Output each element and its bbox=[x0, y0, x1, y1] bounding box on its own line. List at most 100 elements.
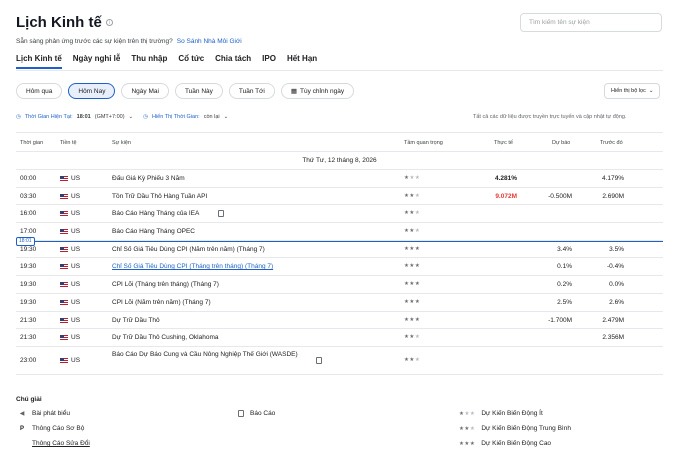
events-table: Thời gian Tiền tệ Sự kiện Tầm quan trọng… bbox=[16, 132, 663, 375]
event-name[interactable]: CPI Lõi (Năm trên năm) (Tháng 7) bbox=[112, 299, 211, 306]
page-title-text: Lịch Kinh tế bbox=[16, 14, 102, 31]
legend-high-label: Dự Kiến Biến Động Cao bbox=[481, 440, 552, 447]
event-previous: 2.6% bbox=[609, 298, 624, 306]
high-volatility-icon: ★★★ bbox=[459, 440, 476, 447]
event-time: 19:30 bbox=[20, 298, 37, 306]
event-time: 16:00 bbox=[20, 210, 37, 218]
event-name[interactable]: Báo Cáo Hàng Tháng của IEA bbox=[112, 210, 199, 217]
event-currency: US bbox=[71, 245, 81, 253]
event-name[interactable]: Báo Cáo Dự Báo Cung và Cầu Nông Nghiệp T… bbox=[112, 350, 312, 359]
compare-brokers-link[interactable]: So Sánh Nhà Môi Giới bbox=[177, 38, 242, 45]
tab-earnings[interactable]: Thu nhập bbox=[131, 54, 167, 69]
table-row[interactable]: 16:00 US Báo Cáo Hàng Tháng của IEA ★★★ bbox=[16, 205, 663, 224]
event-time: 19:30 bbox=[20, 281, 37, 289]
table-row[interactable]: 19:30 US CPI Lõi (Năm trên năm) (Tháng 7) ★… bbox=[16, 294, 663, 312]
chip-tomorrow[interactable]: Ngày Mai bbox=[121, 83, 169, 99]
chip-next-week[interactable]: Tuần Tới bbox=[228, 83, 275, 99]
timezone[interactable]: (GMT+7:00) bbox=[95, 114, 125, 120]
table-row[interactable]: 17:00 US Báo Cáo Hàng Tháng OPEC ★★★ bbox=[16, 223, 663, 241]
event-time: 17:00 bbox=[20, 228, 37, 236]
page-title: Lịch Kinh tế i bbox=[16, 14, 113, 31]
table-row[interactable]: 19:30 US CPI Lõi (Tháng trên tháng) (Tháng… bbox=[16, 276, 663, 294]
event-time: 21:30 bbox=[20, 334, 37, 342]
table-row[interactable]: 19:30 US Chỉ Số Giá Tiêu Dùng CPI (Tháng t… bbox=[16, 258, 663, 277]
us-flag-icon bbox=[60, 211, 68, 217]
event-currency: US bbox=[71, 281, 81, 289]
importance-stars-icon: ★★★ bbox=[404, 316, 421, 323]
subtitle: Sẵn sàng phản ứng trước các sự kiện trên… bbox=[16, 38, 242, 45]
importance-stars-icon: ★★★ bbox=[404, 192, 421, 199]
event-time: 23:00 bbox=[20, 356, 37, 364]
tab-splits[interactable]: Chia tách bbox=[215, 54, 251, 69]
event-name[interactable]: Báo Cáo Hàng Tháng OPEC bbox=[112, 228, 195, 235]
tab-economic-calendar[interactable]: Lịch Kinh tế bbox=[16, 54, 62, 69]
event-time: 03:30 bbox=[20, 192, 37, 200]
clock-icon: ◷ bbox=[16, 114, 21, 120]
event-previous: 2.479M bbox=[602, 316, 624, 324]
legend-report-label: Báo Cáo bbox=[250, 410, 276, 417]
event-currency: US bbox=[71, 263, 81, 271]
event-name[interactable]: Đấu Giá Kỳ Phiếu 3 Năm bbox=[112, 175, 185, 182]
chevron-down-icon: ⌄ bbox=[128, 114, 134, 120]
tab-holidays[interactable]: Ngày nghỉ lễ bbox=[73, 54, 121, 69]
event-name[interactable]: Tồn Trữ Dầu Thô Hàng Tuần API bbox=[112, 193, 207, 200]
event-name[interactable]: Chỉ Số Giá Tiêu Dùng CPI (Năm trên năm) … bbox=[112, 246, 265, 253]
show-filters-label: Hiển thị bộ lọc bbox=[611, 88, 646, 94]
event-name[interactable]: CPI Lõi (Tháng trên tháng) (Tháng 7) bbox=[112, 281, 219, 288]
event-currency: US bbox=[71, 298, 81, 306]
legend-prelim-label: Thông Cáo Sơ Bộ bbox=[32, 425, 85, 432]
event-currency: US bbox=[71, 175, 81, 182]
search-input[interactable]: Tìm kiếm tên sự kiện bbox=[520, 13, 662, 32]
current-time-marker: 18:01 bbox=[16, 237, 35, 246]
legend-prelim: P Thông Cáo Sơ Bộ bbox=[18, 425, 84, 432]
table-row[interactable]: 21:30 US Dự Trữ Dầu Thô ★★★ -1.700M 2.479M bbox=[16, 312, 663, 330]
speaker-icon: ◀ bbox=[19, 411, 25, 417]
us-flag-icon bbox=[60, 335, 68, 341]
table-row[interactable]: 03:30 US Tồn Trữ Dầu Thô Hàng Tuần API ★★★ 9… bbox=[16, 188, 663, 206]
header-time: Thời gian bbox=[20, 140, 44, 146]
current-time-label: Thời Gian Hiện Tại: bbox=[24, 114, 73, 120]
subtitle-text: Sẵn sàng phản ứng trước các sự kiện trên… bbox=[16, 38, 173, 45]
show-filters-button[interactable]: Hiển thị bộ lọc ⌄ bbox=[604, 83, 661, 99]
table-body: 00:00 US Đấu Giá Kỳ Phiếu 3 Năm ★★★ 4.281% 4.… bbox=[16, 170, 663, 375]
medium-volatility-icon: ★★★ bbox=[459, 425, 476, 432]
chevron-down-icon: ⌄ bbox=[648, 88, 654, 94]
chip-this-week[interactable]: Tuần Này bbox=[174, 83, 223, 99]
event-time: 00:00 bbox=[20, 175, 37, 182]
legend-low-label: Dự Kiến Biến Động Ít bbox=[481, 410, 543, 417]
chip-yesterday[interactable]: Hôm qua bbox=[16, 83, 63, 99]
event-currency: US bbox=[71, 228, 81, 236]
time-info: ◷ Thời Gian Hiện Tại: 18:01 (GMT+7:00) ⌄… bbox=[16, 114, 228, 120]
table-header: Thời gian Tiền tệ Sự kiện Tầm quan trọng… bbox=[16, 132, 663, 152]
importance-stars-icon: ★★★ bbox=[404, 298, 421, 305]
importance-stars-icon: ★★★ bbox=[404, 175, 421, 181]
tab-expiration[interactable]: Hết Hạn bbox=[287, 54, 317, 69]
legend-revised: Thông Cáo Sửa Đổi bbox=[32, 440, 90, 447]
tab-dividends[interactable]: Cổ tức bbox=[178, 54, 204, 69]
us-flag-icon bbox=[60, 264, 68, 270]
table-row[interactable]: 19:30 US Chỉ Số Giá Tiêu Dùng CPI (Năm trê… bbox=[16, 241, 663, 259]
tab-ipo[interactable]: IPO bbox=[262, 54, 276, 69]
event-forecast: 0.1% bbox=[557, 263, 572, 271]
event-time: 19:30 bbox=[20, 245, 37, 253]
event-currency: US bbox=[71, 210, 81, 218]
us-flag-icon bbox=[60, 193, 68, 199]
table-row[interactable]: 23:00 US Báo Cáo Dự Báo Cung và Cầu Nông N… bbox=[16, 347, 663, 375]
current-time-line bbox=[16, 241, 663, 242]
info-icon[interactable]: i bbox=[105, 19, 113, 26]
header-forecast: Dự báo bbox=[552, 140, 571, 146]
us-flag-icon bbox=[60, 246, 68, 252]
chip-today[interactable]: Hôm Nay bbox=[68, 83, 116, 99]
clock-icon: ◷ bbox=[143, 114, 148, 120]
table-row[interactable]: 00:00 US Đấu Giá Kỳ Phiếu 3 Năm ★★★ 4.281% 4.… bbox=[16, 170, 663, 188]
table-row[interactable]: 21:30 US Dự Trữ Dầu Thô Cushing, Oklahoma ★… bbox=[16, 329, 663, 347]
event-name[interactable]: Chỉ Số Giá Tiêu Dùng CPI (Tháng trên thá… bbox=[112, 263, 273, 270]
event-name[interactable]: Dự Trữ Dầu Thô Cushing, Oklahoma bbox=[112, 334, 219, 341]
chip-custom-date[interactable]: ▦ Tùy chỉnh ngày bbox=[280, 83, 355, 99]
event-time: 21:30 bbox=[20, 316, 37, 324]
chevron-down-icon: ⌄ bbox=[223, 114, 229, 120]
display-time-value[interactable]: còn lại bbox=[204, 114, 220, 120]
date-chips: Hôm qua Hôm Nay Ngày Mai Tuần Này Tuần T… bbox=[16, 83, 355, 99]
report-icon bbox=[238, 410, 244, 417]
event-name[interactable]: Dự Trữ Dầu Thô bbox=[112, 317, 160, 324]
